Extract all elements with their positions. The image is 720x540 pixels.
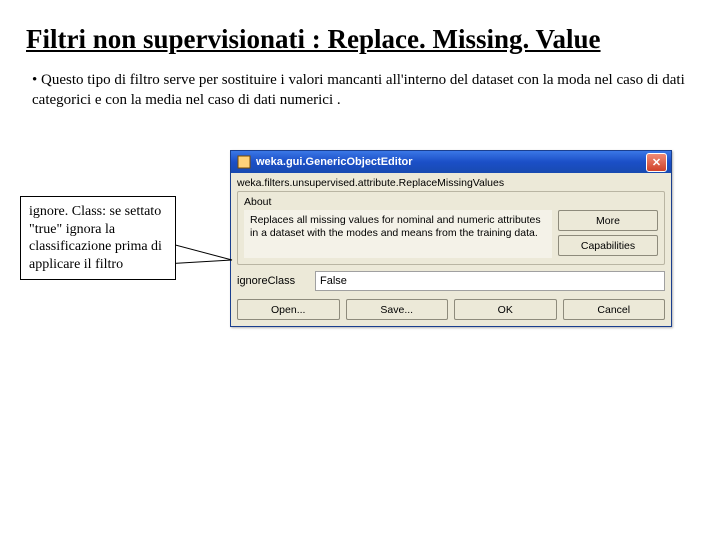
app-icon	[237, 155, 251, 169]
about-label: About	[244, 196, 658, 208]
ignoreclass-row: ignoreClass False	[237, 271, 665, 291]
about-panel: About Replaces all missing values for no…	[237, 191, 665, 265]
callout-text: ignore. Class: se settato "true" ignora …	[29, 204, 162, 272]
capabilities-button[interactable]: Capabilities	[558, 235, 658, 256]
ignoreclass-value[interactable]: False	[315, 271, 665, 291]
about-description: Replaces all missing values for nominal …	[244, 210, 552, 258]
callout-box: ignore. Class: se settato "true" ignora …	[20, 196, 176, 280]
slide-title: Filtri non supervisionati : Replace. Mis…	[26, 24, 694, 55]
generic-object-editor-dialog: weka.gui.GenericObjectEditor ✕ weka.filt…	[230, 150, 672, 327]
close-icon: ✕	[652, 156, 661, 169]
open-button[interactable]: Open...	[237, 299, 340, 320]
close-button[interactable]: ✕	[646, 153, 667, 172]
callout-connector	[164, 242, 244, 266]
ignoreclass-label: ignoreClass	[237, 275, 307, 287]
save-button[interactable]: Save...	[346, 299, 449, 320]
slide-bullet: • Questo tipo di filtro serve per sostit…	[32, 71, 688, 110]
dialog-titlebar[interactable]: weka.gui.GenericObjectEditor ✕	[231, 151, 671, 173]
dialog-title: weka.gui.GenericObjectEditor	[256, 156, 413, 168]
more-button[interactable]: More	[558, 210, 658, 231]
filter-class-path: weka.filters.unsupervised.attribute.Repl…	[237, 177, 665, 189]
ok-button[interactable]: OK	[454, 299, 557, 320]
cancel-button[interactable]: Cancel	[563, 299, 666, 320]
